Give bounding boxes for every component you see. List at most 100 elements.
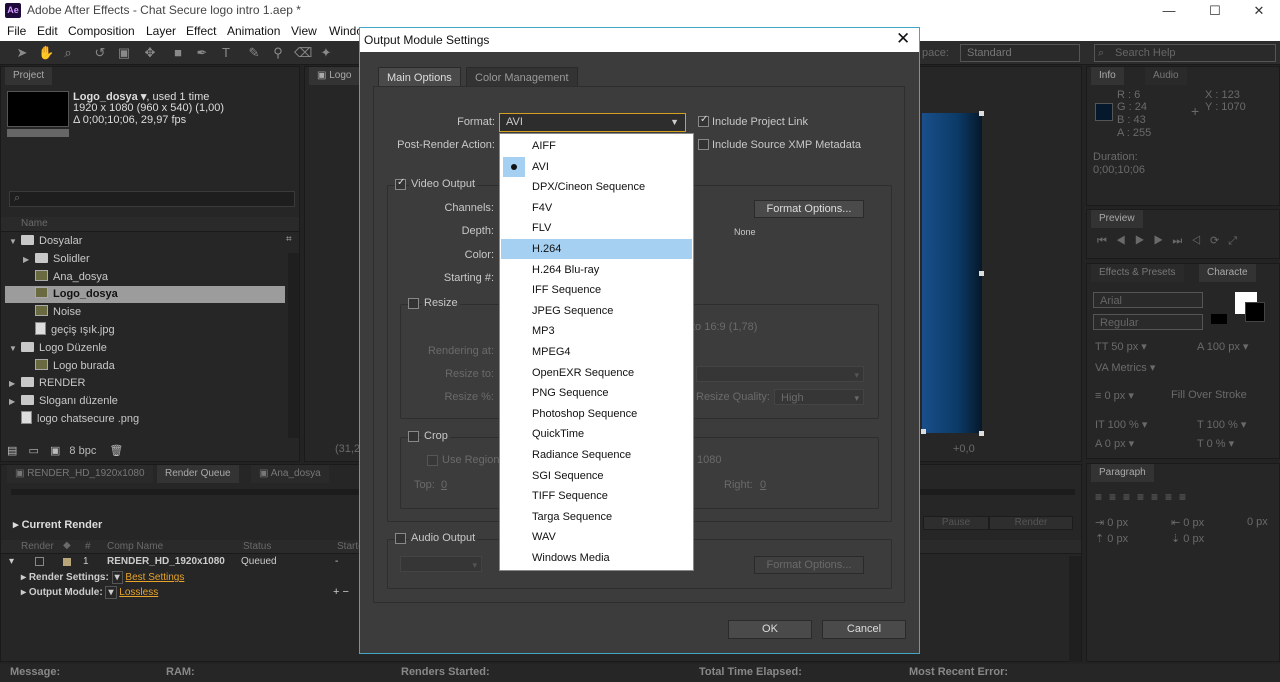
current-render-label[interactable]: ▸ Current Render	[13, 518, 102, 531]
format-option[interactable]: Targa Sequence	[501, 507, 692, 527]
tab-render-queue[interactable]: Render Queue	[157, 465, 239, 483]
crop-top-value[interactable]: 0	[441, 479, 447, 491]
ok-button[interactable]: OK	[728, 620, 812, 639]
audio-output-label[interactable]: Audio Output	[409, 532, 478, 544]
font-family-select[interactable]: Arial	[1093, 292, 1203, 308]
resize-label[interactable]: Resize	[422, 297, 460, 309]
zoom-value[interactable]: (31,2	[335, 443, 360, 455]
project-tree-item[interactable]: ▼ Logo Düzenle	[5, 340, 285, 357]
type-tool-icon[interactable]: T	[218, 45, 234, 61]
format-select[interactable]: AVI ▼	[499, 113, 686, 132]
render-settings-dropdown-icon[interactable]: ▾	[111, 571, 123, 584]
project-tree-item[interactable]: ▶ Solidler	[5, 251, 285, 268]
rotate-tool-icon[interactable]: ↺	[92, 45, 108, 61]
format-option[interactable]: IFF Sequence	[501, 280, 692, 300]
include-xmp-checkbox[interactable]	[698, 139, 709, 150]
pen-tool-icon[interactable]: ✒	[194, 45, 210, 61]
indent-left-field[interactable]: ⇥ 0 px	[1095, 516, 1128, 529]
collapsed-triangle-icon[interactable]: ▶	[23, 251, 32, 268]
cancel-button[interactable]: Cancel	[822, 620, 906, 639]
workspace-select[interactable]: Standard	[960, 44, 1080, 62]
tab-ana-dosya[interactable]: ▣ Ana_dosya	[251, 465, 329, 483]
include-xmp-label[interactable]: Include Source XMP Metadata	[712, 139, 861, 151]
format-option[interactable]: MPEG4	[501, 342, 692, 362]
tab-color-management[interactable]: Color Management	[466, 67, 578, 87]
maximize-button[interactable]: ☐	[1192, 0, 1238, 22]
crop-label[interactable]: Crop	[422, 430, 450, 442]
crop-checkbox[interactable]	[408, 431, 419, 442]
output-module-link[interactable]: Lossless	[119, 587, 158, 598]
output-module-dropdown-icon[interactable]: ▾	[105, 586, 117, 599]
canvas-handle-top[interactable]	[979, 111, 984, 116]
format-option[interactable]: MP3	[501, 321, 692, 341]
tsume-field[interactable]: T 0 % ▾	[1197, 437, 1234, 450]
menu-layer[interactable]: Layer	[146, 24, 176, 38]
menu-effect[interactable]: Effect	[186, 24, 216, 38]
tab-audio[interactable]: Audio	[1145, 67, 1187, 85]
project-tree-item[interactable]: Logo_dosya	[5, 286, 285, 304]
menu-edit[interactable]: Edit	[37, 24, 58, 38]
format-option[interactable]: FLV	[501, 218, 692, 238]
clone-stamp-tool-icon[interactable]: ⚲	[270, 45, 286, 61]
menu-file[interactable]: File	[7, 24, 26, 38]
audio-format-options-button[interactable]: Format Options...	[754, 556, 864, 574]
first-line-indent-field[interactable]: 0 px	[1247, 516, 1268, 528]
tab-render-comp[interactable]: ▣ RENDER_HD_1920x1080	[7, 465, 153, 483]
resize-checkbox[interactable]	[408, 298, 419, 309]
search-help-input[interactable]: Search Help	[1094, 44, 1276, 62]
expand-icon[interactable]: ▾	[9, 556, 14, 567]
project-tree-item[interactable]: Noise	[5, 304, 285, 321]
interpret-footage-icon[interactable]: ▤	[7, 445, 17, 457]
leading-field[interactable]: A 100 px ▾	[1197, 340, 1248, 353]
project-tree-item[interactable]: Ana_dosya	[5, 269, 285, 286]
render-checkbox[interactable]	[35, 557, 44, 566]
audio-output-checkbox[interactable]	[395, 533, 406, 544]
canvas-handle-bottom[interactable]	[979, 431, 984, 436]
column-render[interactable]: Render	[21, 541, 54, 552]
use-region-label[interactable]: Use Region	[442, 454, 499, 466]
format-option[interactable]: TIFF Sequence	[501, 486, 692, 506]
format-option[interactable]: H.264 Blu-ray	[501, 260, 692, 280]
selection-tool-icon[interactable]: ➤	[14, 45, 30, 61]
format-option[interactable]: Windows Media	[501, 548, 692, 568]
include-project-link-label[interactable]: Include Project Link	[712, 116, 808, 128]
canvas-handle-right[interactable]	[979, 271, 984, 276]
project-search-input[interactable]: ⌕	[9, 191, 295, 207]
resize-quality-select[interactable]: High ▾	[774, 389, 864, 405]
eraser-tool-icon[interactable]: ⌫	[294, 45, 312, 61]
canvas-handle[interactable]	[921, 429, 926, 434]
tab-main-options[interactable]: Main Options	[378, 67, 461, 87]
stroke-width-field[interactable]: ≡ 0 px ▾	[1095, 389, 1134, 402]
offset-value[interactable]: +0,0	[953, 443, 975, 455]
pause-button[interactable]: Pause	[923, 516, 989, 530]
new-folder-icon[interactable]: ▭	[28, 445, 38, 457]
menu-view[interactable]: View	[291, 24, 317, 38]
space-after-field[interactable]: ⇣ 0 px	[1171, 532, 1204, 545]
stroke-color-swatch[interactable]	[1245, 302, 1265, 322]
tab-preview[interactable]: Preview	[1091, 210, 1143, 228]
column-number[interactable]: #	[85, 541, 91, 552]
project-tree-item[interactable]: ▶ RENDER	[5, 375, 285, 392]
minimize-button[interactable]: —	[1146, 0, 1192, 22]
trash-icon[interactable]: 🗑	[109, 445, 123, 457]
use-region-checkbox[interactable]	[427, 455, 438, 466]
format-option[interactable]: Radiance Sequence	[501, 445, 692, 465]
tab-character[interactable]: Characte	[1199, 264, 1256, 282]
format-option[interactable]: OpenEXR Sequence	[501, 363, 692, 383]
resize-to-select[interactable]: ▾	[696, 366, 864, 382]
format-option[interactable]: PNG Sequence	[501, 383, 692, 403]
alignment-icons[interactable]: ≡≡≡≡≡≡≡	[1095, 490, 1193, 504]
dialog-close-icon[interactable]: ✕	[896, 29, 910, 49]
add-output-module-icon[interactable]: + −	[333, 586, 349, 598]
format-option[interactable]: SGI Sequence	[501, 466, 692, 486]
collapsed-triangle-icon[interactable]: ▶	[9, 393, 18, 410]
format-option[interactable]: AIFF	[501, 136, 692, 156]
menu-window[interactable]: Windo	[329, 24, 363, 38]
space-before-field[interactable]: ⇡ 0 px	[1095, 532, 1128, 545]
font-style-select[interactable]: Regular	[1093, 314, 1203, 330]
format-option[interactable]: DPX/Cineon Sequence	[501, 177, 692, 197]
column-status[interactable]: Status	[243, 541, 271, 552]
preview-controls[interactable]: ⏮◀▶▶⏭◁⟳⤢	[1097, 234, 1246, 248]
render-button[interactable]: Render	[989, 516, 1073, 530]
format-options-button[interactable]: Format Options...	[754, 200, 864, 218]
